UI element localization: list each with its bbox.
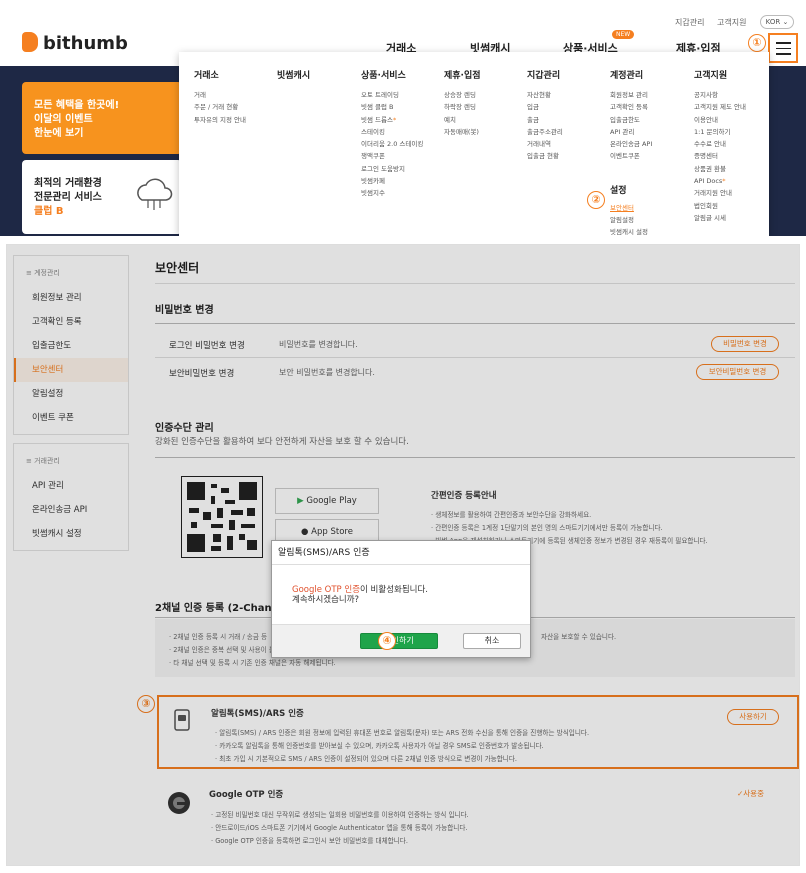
menu-item[interactable]: 법인회원: [694, 200, 746, 212]
menu-col-partnership: 제휴·입점상승장 렌딩 하락장 렌딩 예치 자동매매(봇): [444, 68, 481, 138]
menu-item[interactable]: 빗썸캐시 설정: [610, 226, 652, 236]
menu-col-products: 상품·서비스 오토 트레이딩 빗썸 클럽 B 빗썸 드롭스* 스테이킹 이더리움 2.0…: [361, 68, 423, 200]
menu-item[interactable]: 공지사항: [694, 89, 746, 101]
menu-col-title: 지갑관리: [527, 71, 561, 81]
menu-subsection-title: 설정: [610, 185, 627, 196]
club-b-banner[interactable]: 최적의 거래환경 전문관리 서비스 클럽 B: [22, 160, 182, 234]
menu-item[interactable]: 로그인 도움방지: [361, 163, 423, 175]
menu-item[interactable]: 주문 / 거래 현황: [194, 101, 246, 113]
bithumb-logo[interactable]: bithumb: [22, 32, 128, 54]
menu-item[interactable]: 이벤트쿠폰: [610, 150, 652, 162]
menu-item[interactable]: 1:1 문의하기: [694, 126, 746, 138]
language-select[interactable]: KOR ⌄: [760, 15, 794, 29]
menu-item[interactable]: 빗썸 드롭스*: [361, 114, 423, 126]
menu-item[interactable]: 입출금한도: [610, 114, 652, 126]
event-banner-line2: 이달의 이벤트: [34, 114, 93, 125]
menu-item[interactable]: 자산현황: [527, 89, 563, 101]
dialog-msg-rest: 이 비활성화됩니다.: [360, 585, 428, 595]
menu-item[interactable]: 증명센터: [694, 150, 746, 162]
menu-item[interactable]: 회원정보 관리: [610, 89, 652, 101]
menu-item[interactable]: 입출금 현황: [527, 150, 563, 162]
new-badge: NEW: [612, 30, 635, 39]
club-banner-line2: 전문관리 서비스: [34, 192, 102, 203]
menu-col-title: 고객지원: [694, 71, 728, 81]
dialog-footer: 승인하기 취소: [272, 624, 530, 657]
hamburger-menu-button[interactable]: [768, 33, 798, 63]
menu-item[interactable]: 수수료 안내: [694, 138, 746, 150]
menu-item[interactable]: 쟁액쿠폰: [361, 150, 423, 162]
club-banner-line3: 클럽 B: [34, 206, 64, 217]
mega-menu: 거래소거래 주문 / 거래 현황 투자유의 지정 안내 빗썸캐시 상품·서비스 오토…: [179, 52, 769, 236]
menu-item[interactable]: 거래: [194, 89, 246, 101]
dialog-message: Google OTP 인증이 비활성화됩니다. 계속하시겠습니까?: [292, 585, 428, 605]
top-screenshot: bithumb 지갑관리 고객지원 KOR ⌄ 거래소 빗썸캐시 NEW 상품·…: [0, 0, 806, 236]
menu-col-title: 거래소: [194, 71, 219, 81]
menu-item[interactable]: 출금: [527, 114, 563, 126]
menu-item[interactable]: 온라인송금 API: [610, 138, 652, 150]
menu-item[interactable]: API Docs*: [694, 175, 746, 187]
menu-item[interactable]: 자동매매(봇): [444, 126, 481, 138]
menu-col-wallet: 지갑관리자산현황 입금 출금 출금주소관리 거래내역 입출금 현황: [527, 68, 563, 163]
menu-item[interactable]: 빗썸카페: [361, 175, 423, 187]
marker-4: ④: [378, 632, 396, 650]
menu-item[interactable]: 투자유의 지정 안내: [194, 114, 246, 126]
cancel-button[interactable]: 취소: [463, 633, 521, 649]
event-banner-line3: 한눈에 보기: [34, 128, 84, 139]
menu-item[interactable]: 스테이킹: [361, 126, 423, 138]
hamburger-line: [776, 42, 791, 44]
menu-item[interactable]: 상승장 렌딩: [444, 89, 481, 101]
menu-item[interactable]: 이더리움 2.0 스테이킹: [361, 138, 423, 150]
menu-item[interactable]: 입금: [527, 101, 563, 113]
cloud-icon: [137, 178, 173, 210]
menu-item[interactable]: 거래지원 안내: [694, 187, 746, 199]
menu-item[interactable]: 오토 트레이딩: [361, 89, 423, 101]
menu-item[interactable]: API 관리: [610, 126, 652, 138]
dialog-msg-line2: 계속하시겠습니까?: [292, 595, 360, 605]
dialog-highlight: Google OTP 인증: [292, 585, 361, 595]
menu-item[interactable]: 상품권 환불: [694, 163, 746, 175]
menu-item[interactable]: 고객확인 등록: [610, 101, 652, 113]
menu-item[interactable]: 이용안내: [694, 114, 746, 126]
menu-item[interactable]: 빗썸지수: [361, 187, 423, 199]
event-banner-line1: 모든 혜택을 한곳에!: [34, 100, 120, 111]
menu-col-exchange: 거래소거래 주문 / 거래 현황 투자유의 지정 안내: [194, 68, 246, 126]
bithumb-logo-icon: [22, 32, 38, 52]
menu-item[interactable]: 빗썸 클럽 B: [361, 101, 423, 113]
menu-item-security-center[interactable]: 보안센터: [610, 202, 652, 214]
menu-col-account: 계정관리회원정보 관리 고객확인 등록 입출금한도 API 관리 온라인송금 API 이벤…: [610, 68, 652, 236]
wallet-link[interactable]: 지갑관리: [675, 17, 704, 28]
menu-col-title: 계정관리: [610, 71, 644, 81]
new-dot: *: [392, 115, 397, 124]
hamburger-line: [776, 53, 791, 55]
menu-item[interactable]: 하락장 렌딩: [444, 101, 481, 113]
menu-item[interactable]: 거래내역: [527, 138, 563, 150]
approve-button[interactable]: 승인하기: [360, 633, 438, 649]
menu-col-cash: 빗썸캐시: [277, 68, 310, 89]
marker-1: ①: [748, 34, 766, 52]
menu-item[interactable]: 출금주소관리: [527, 126, 563, 138]
menu-item[interactable]: 고객지원 제도 안내: [694, 101, 746, 113]
menu-col-title[interactable]: 빗썸캐시: [277, 68, 310, 81]
menu-col-title: 상품·서비스: [361, 71, 406, 81]
menu-col-support: 고객지원공지사항 고객지원 제도 안내 이용안내 1:1 문의하기 수수료 안내 증명센터…: [694, 68, 746, 224]
menu-item[interactable]: 알림설정: [610, 214, 652, 226]
marker-2: ②: [587, 191, 605, 209]
hamburger-line: [776, 47, 791, 49]
new-dot: *: [722, 177, 726, 186]
menu-item[interactable]: 예치: [444, 114, 481, 126]
dialog-title: 알림톡(SMS)/ARS 인증: [272, 541, 530, 565]
support-link[interactable]: 고객지원: [717, 17, 746, 28]
confirm-dialog: 알림톡(SMS)/ARS 인증 Google OTP 인증이 비활성화됩니다. …: [271, 540, 531, 658]
menu-item-label: 빗썸 드롭스: [361, 115, 393, 124]
event-banner[interactable]: 모든 혜택을 한곳에! 이달의 이벤트 한눈에 보기: [22, 82, 182, 154]
menu-col-title: 제휴·입점: [444, 71, 481, 81]
club-banner-line1: 최적의 거래환경: [34, 178, 102, 189]
menu-item-label: API Docs: [694, 177, 723, 186]
menu-item[interactable]: 알림글 시세: [694, 212, 746, 224]
